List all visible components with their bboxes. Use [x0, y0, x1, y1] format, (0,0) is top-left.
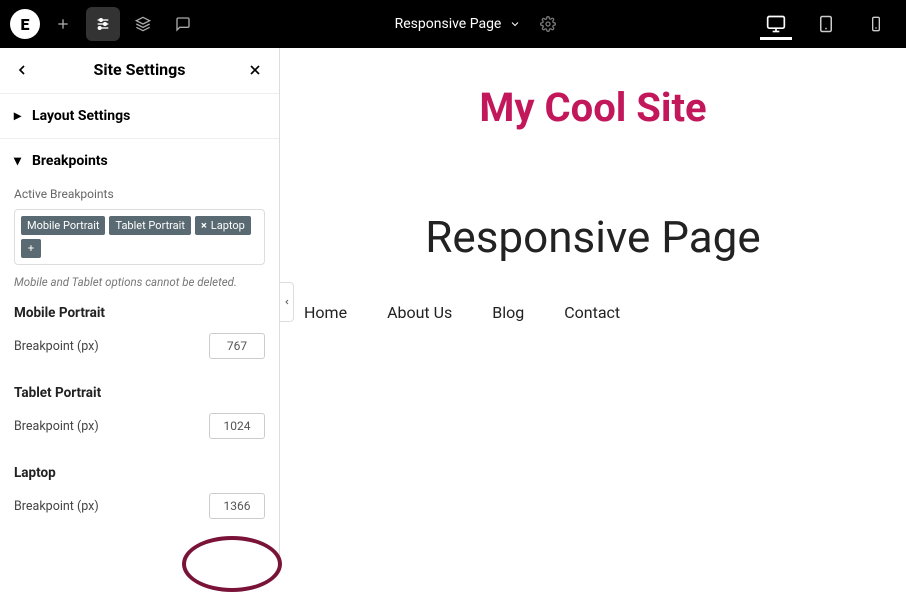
bp-title-tablet: Tablet Portrait — [14, 385, 265, 401]
add-element-button[interactable] — [46, 7, 80, 41]
mobile-icon — [868, 16, 884, 32]
bp-input-tablet[interactable] — [209, 413, 265, 439]
bp-title-mobile: Mobile Portrait — [14, 305, 265, 321]
chevron-left-icon — [14, 62, 30, 78]
gear-icon — [540, 16, 556, 32]
layers-icon — [135, 16, 151, 32]
main-area: Site Settings ▸ Layout Settings ▾ Breakp… — [0, 48, 906, 556]
bp-group-mobile: Mobile Portrait Breakpoint (px) — [14, 305, 265, 369]
nav-link-blog[interactable]: Blog — [492, 303, 524, 322]
collapse-sidebar-button[interactable] — [280, 282, 294, 322]
chip-add-breakpoint[interactable]: + — [21, 239, 41, 258]
section-label: Layout Settings — [32, 108, 130, 124]
active-breakpoints-field[interactable]: Mobile Portrait Tablet Portrait ×Laptop … — [14, 209, 265, 265]
chevron-down-icon — [509, 18, 521, 30]
breakpoints-body: Active Breakpoints Mobile Portrait Table… — [0, 183, 279, 543]
top-bar: E Responsive Page — [0, 0, 906, 48]
page-name: Responsive Page — [395, 16, 502, 32]
desktop-icon — [766, 14, 786, 34]
caret-down-icon: ▾ — [14, 153, 24, 169]
bp-group-tablet: Tablet Portrait Breakpoint (px) — [14, 385, 265, 449]
plus-icon — [55, 16, 71, 32]
caret-right-icon: ▸ — [14, 108, 24, 124]
tablet-icon — [817, 15, 835, 33]
elementor-logo[interactable]: E — [10, 9, 40, 39]
sidebar-header: Site Settings — [0, 48, 279, 93]
structure-button[interactable] — [126, 7, 160, 41]
bp-label: Breakpoint (px) — [14, 339, 99, 354]
section-label: Breakpoints — [32, 153, 108, 169]
sidebar-title: Site Settings — [94, 60, 186, 79]
page-settings-button[interactable] — [531, 7, 565, 41]
breakpoints-note: Mobile and Tablet options cannot be dele… — [14, 275, 265, 289]
chip-laptop[interactable]: ×Laptop — [195, 216, 251, 235]
close-button[interactable] — [247, 62, 265, 78]
topbar-left: E — [0, 7, 200, 41]
nav-link-home[interactable]: Home — [304, 303, 347, 322]
bp-title-laptop: Laptop — [14, 465, 265, 481]
editor-canvas[interactable]: My Cool Site Responsive Page Home About … — [280, 48, 906, 556]
sliders-icon — [95, 16, 111, 32]
back-button[interactable] — [14, 62, 32, 78]
comment-icon — [175, 16, 191, 32]
page-heading[interactable]: Responsive Page — [294, 211, 892, 263]
active-breakpoints-label: Active Breakpoints — [14, 187, 265, 201]
device-desktop-button[interactable] — [760, 8, 792, 40]
bp-label: Breakpoint (px) — [14, 419, 99, 434]
bp-input-mobile[interactable] — [209, 333, 265, 359]
remove-icon[interactable]: × — [201, 219, 207, 232]
settings-sidebar: Site Settings ▸ Layout Settings ▾ Breakp… — [0, 48, 280, 556]
bp-input-laptop[interactable] — [209, 493, 265, 519]
chip-tablet-portrait[interactable]: Tablet Portrait — [109, 216, 190, 235]
bp-group-laptop: Laptop Breakpoint (px) — [14, 465, 265, 529]
page-selector[interactable]: Responsive Page — [395, 16, 522, 32]
chevron-left-icon — [283, 298, 291, 306]
close-icon — [247, 62, 263, 78]
chip-mobile-portrait[interactable]: Mobile Portrait — [21, 216, 105, 235]
bp-label: Breakpoint (px) — [14, 499, 99, 514]
site-brand-heading[interactable]: My Cool Site — [294, 84, 892, 131]
nav-link-about[interactable]: About Us — [387, 303, 452, 322]
nav-menu[interactable]: Home About Us Blog Contact — [294, 303, 892, 322]
device-tablet-button[interactable] — [810, 8, 842, 40]
topbar-right — [760, 8, 906, 40]
section-breakpoints[interactable]: ▾ Breakpoints — [0, 138, 279, 183]
site-settings-button[interactable] — [86, 7, 120, 41]
device-mobile-button[interactable] — [860, 8, 892, 40]
topbar-center: Responsive Page — [200, 7, 760, 41]
notes-button[interactable] — [166, 7, 200, 41]
section-layout-settings[interactable]: ▸ Layout Settings — [0, 93, 279, 138]
nav-link-contact[interactable]: Contact — [564, 303, 620, 322]
